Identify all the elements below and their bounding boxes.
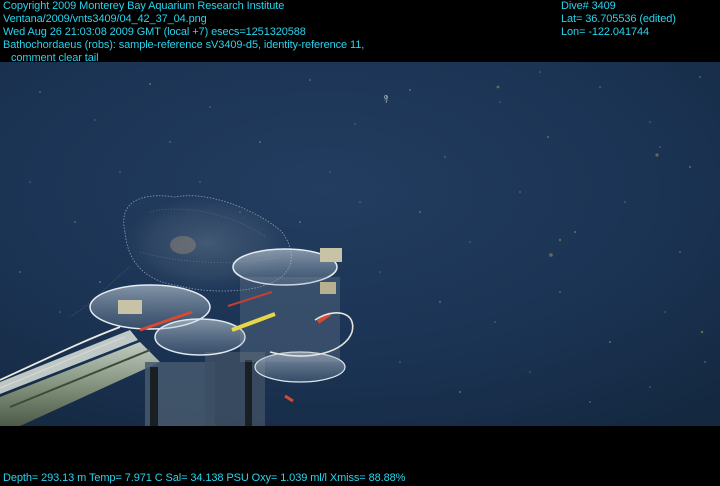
header-left-overlay: Copyright 2009 Monterey Bay Aquarium Res…	[3, 0, 364, 65]
underwater-scene	[0, 62, 720, 426]
header-right-overlay: Dive# 3409 Lat= 36.705536 (edited) Lon= …	[561, 0, 676, 39]
dive-number: Dive# 3409	[561, 0, 616, 12]
copyright-line: Copyright 2009 Monterey Bay Aquarium Res…	[3, 0, 285, 12]
ctd-sensor-readout: Depth= 293.13 m Temp= 7.971 C Sal= 34.13…	[3, 472, 406, 484]
latitude-readout: Lat= 36.705536 (edited)	[561, 13, 676, 25]
image-path-line: Ventana/2009/vnts3409/04_42_37_04.png	[3, 13, 207, 25]
longitude-readout: Lon= -122.041744	[561, 26, 650, 38]
timestamp-line: Wed Aug 26 21:03:08 2009 GMT (local +7) …	[3, 26, 306, 38]
annotation-line: Bathochordaeus (robs): sample-reference …	[3, 39, 365, 51]
